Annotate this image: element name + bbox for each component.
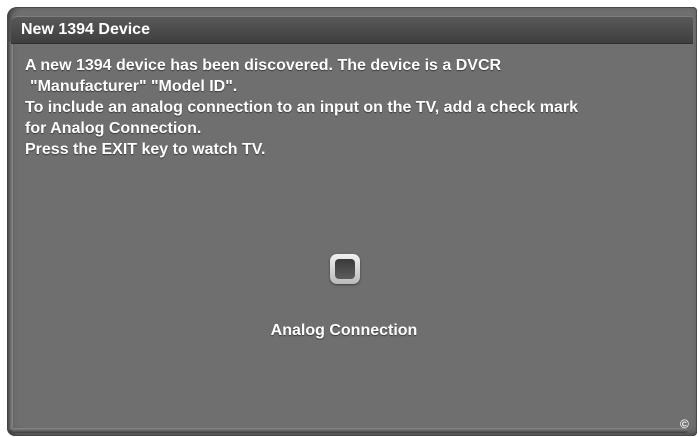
panel-bottom-bevel: [12, 428, 688, 433]
dialog-title: New 1394 Device: [21, 21, 150, 38]
dialog-title-bar: New 1394 Device: [11, 16, 693, 44]
checkbox-box: [335, 259, 355, 279]
message-line: "Manufacturer" "Model ID".: [30, 78, 238, 95]
message-line: To include an analog connection to an in…: [25, 99, 578, 116]
message-line: for Analog Connection.: [25, 120, 202, 137]
tv-screen: New 1394 Device A new 1394 device has be…: [0, 0, 698, 437]
message-line: A new 1394 device has been discovered. T…: [25, 57, 502, 74]
panel-left-bevel: [7, 42, 13, 430]
message-line: Press the EXIT key to watch TV.: [25, 141, 266, 158]
copyright-icon: ©: [680, 417, 689, 431]
dialog-message: A new 1394 device has been discovered. T…: [25, 55, 690, 160]
analog-connection-checkbox[interactable]: [330, 254, 360, 284]
analog-connection-label: Analog Connection: [270, 322, 418, 339]
